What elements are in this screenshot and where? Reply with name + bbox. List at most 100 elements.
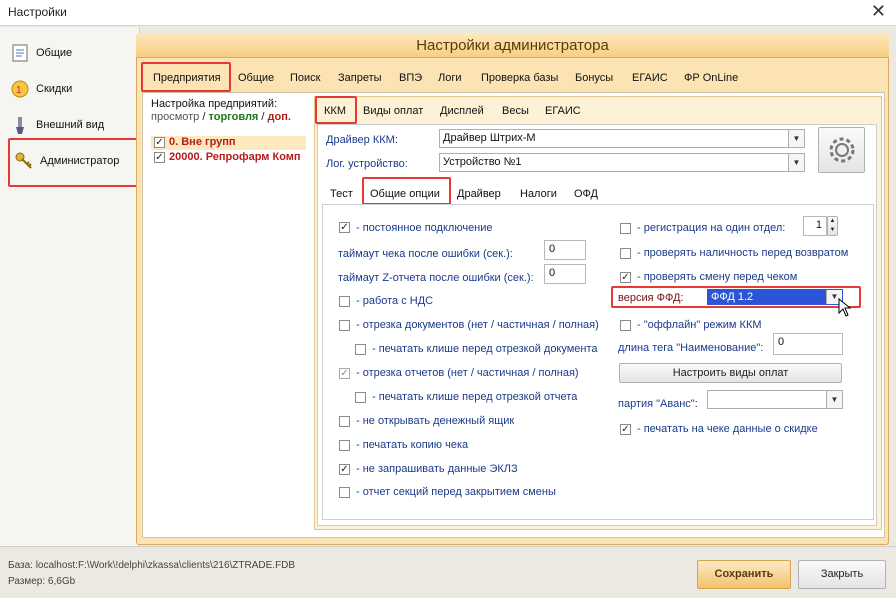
- cursor-icon: [838, 297, 852, 321]
- gear-icon: [827, 137, 857, 168]
- tab-ofd[interactable]: ОФД: [574, 184, 598, 204]
- tab-egais-sub[interactable]: ЕГАИС: [545, 100, 581, 122]
- checkbox-no-cash-drawer[interactable]: [339, 416, 350, 427]
- checkbox-cut-documents[interactable]: [339, 320, 350, 331]
- device-select[interactable]: Устройство №1 ▼: [439, 153, 805, 172]
- enterprise-checkbox[interactable]: ✓: [154, 137, 165, 148]
- checkbox-one-dept[interactable]: [620, 223, 631, 234]
- device-value: Устройство №1: [443, 156, 522, 168]
- tab-payment-types[interactable]: Виды оплат: [363, 100, 423, 122]
- close-icon[interactable]: ✕: [871, 1, 886, 22]
- mode-view[interactable]: просмотр: [151, 111, 199, 123]
- checkbox-check-cash[interactable]: [620, 248, 631, 259]
- chevron-down-icon[interactable]: ▼: [826, 391, 842, 408]
- admin-key-icon: [14, 151, 34, 171]
- driver-value: Драйвер Штрих-М: [443, 132, 536, 144]
- tab-fr-online[interactable]: ФР OnLine: [682, 67, 740, 89]
- sidebar-item-label: Внешний вид: [36, 119, 105, 131]
- option-label: - печатать клише перед отрезкой документ…: [372, 343, 598, 355]
- list-item-label: 0. Вне групп: [169, 136, 236, 148]
- tab-db-check[interactable]: Проверка базы: [479, 67, 560, 89]
- window-title: Настройки: [8, 5, 67, 19]
- checkbox-permanent-connection[interactable]: ✓: [339, 222, 350, 233]
- tab-logs[interactable]: Логи: [436, 67, 464, 89]
- tab-bonuses[interactable]: Бонусы: [573, 67, 615, 89]
- tab-egais[interactable]: ЕГАИС: [630, 67, 670, 89]
- svg-text:1: 1: [16, 85, 22, 96]
- advance-select[interactable]: ▼: [707, 390, 843, 409]
- option-label: - печатать клише перед отрезкой отчета: [372, 391, 578, 403]
- discount-icon: 1: [10, 79, 30, 99]
- checkbox-no-eklz[interactable]: ✓: [339, 464, 350, 475]
- page-title: Настройки администратора: [136, 34, 889, 58]
- option-label: - печатать копию чека: [356, 439, 469, 451]
- checkbox-section-report[interactable]: [339, 487, 350, 498]
- checkbox-print-copy[interactable]: [339, 440, 350, 451]
- tab-general[interactable]: Общие: [236, 67, 276, 89]
- tag-length-label: длина тега "Наименование":: [618, 342, 764, 354]
- tab-search[interactable]: Поиск: [288, 67, 322, 89]
- mode-trade[interactable]: торговля: [208, 111, 258, 123]
- receipt-timeout-input[interactable]: 0: [544, 240, 586, 260]
- db-path: База: localhost:F:\Work\!delphi\zkassa\c…: [8, 560, 296, 571]
- settings-button[interactable]: [818, 127, 865, 173]
- option-label: - не открывать денежный ящик: [356, 415, 515, 427]
- brush-icon: [10, 115, 30, 135]
- chevron-down-icon[interactable]: ▼: [788, 130, 804, 147]
- sidebar-item-appearance[interactable]: Внешний вид: [10, 112, 104, 138]
- tab-driver[interactable]: Драйвер: [457, 184, 501, 204]
- option-label: - отрезка документов (нет / частичная / …: [356, 319, 599, 331]
- tab-general-options[interactable]: Общие опции: [370, 184, 440, 204]
- one-dept-input[interactable]: 1: [803, 216, 827, 236]
- enterprise-modes: просмотр / торговля / доп.: [151, 111, 291, 123]
- driver-label: Драйвер ККМ:: [326, 134, 398, 146]
- configure-payments-button[interactable]: Настроить виды оплат: [619, 363, 842, 383]
- tab-display[interactable]: Дисплей: [440, 100, 484, 122]
- checkbox-offline[interactable]: [620, 320, 631, 331]
- receipt-timeout-label: таймаут чека после ошибки (сек.):: [338, 248, 513, 260]
- tag-length-input[interactable]: 0: [773, 333, 843, 355]
- tab-kkm[interactable]: ККМ: [324, 100, 346, 122]
- driver-select[interactable]: Драйвер Штрих-М ▼: [439, 129, 805, 148]
- tab-enterprises[interactable]: Предприятия: [151, 67, 223, 89]
- mode-extra[interactable]: доп.: [268, 111, 291, 123]
- list-item-selected[interactable]: ✓ 0. Вне групп: [151, 136, 306, 150]
- checkbox-cut-reports[interactable]: ✓: [339, 368, 350, 379]
- mode-sep: /: [261, 111, 265, 123]
- tab-scales[interactable]: Весы: [502, 100, 529, 122]
- option-label: - отчет секций перед закрытием смены: [356, 486, 556, 498]
- enterprise-checkbox[interactable]: ✓: [154, 152, 165, 163]
- check-cash-label: - проверять наличность перед возвратом: [637, 247, 849, 259]
- sidebar-item-general[interactable]: Общие: [10, 40, 72, 66]
- sidebar-item-discounts[interactable]: 1 Скидки: [10, 76, 72, 102]
- option-label: - не запрашивать данные ЭКЛЗ: [356, 463, 518, 475]
- list-item[interactable]: ✓ 20000. Репрофарм Комп: [151, 151, 306, 165]
- tab-test[interactable]: Тест: [330, 184, 353, 204]
- option-label: - отрезка отчетов (нет / частичная / пол…: [356, 367, 579, 379]
- one-dept-stepper[interactable]: ▲ ▼: [827, 216, 838, 236]
- ffd-select[interactable]: ФФД 1.2 ▼: [707, 289, 843, 305]
- mode-sep: /: [202, 111, 206, 123]
- enterprise-header: Настройка предприятий:: [151, 98, 278, 110]
- checkbox-print-cliche-report[interactable]: [355, 392, 366, 403]
- checkbox-print-discount[interactable]: ✓: [620, 424, 631, 435]
- z-report-timeout-input[interactable]: 0: [544, 264, 586, 284]
- offline-label: - "оффлайн" режим ККМ: [637, 319, 762, 331]
- tab-restrictions[interactable]: Запреты: [336, 67, 384, 89]
- db-size: Размер: 6,6Gb: [8, 576, 76, 587]
- check-shift-label: - проверять смену перед чеком: [637, 271, 798, 283]
- tab-vpe[interactable]: ВПЭ: [397, 67, 424, 89]
- checkbox-vat[interactable]: [339, 296, 350, 307]
- advance-label: партия "Аванс":: [618, 398, 698, 410]
- checkbox-print-cliche-doc[interactable]: [355, 344, 366, 355]
- tab-taxes[interactable]: Налоги: [520, 184, 557, 204]
- sidebar: [0, 27, 140, 546]
- general-icon: [10, 43, 30, 63]
- sidebar-item-admin[interactable]: Администратор: [14, 148, 119, 174]
- close-button[interactable]: Закрыть: [798, 560, 886, 589]
- sidebar-item-label: Скидки: [36, 83, 73, 95]
- checkbox-check-shift[interactable]: ✓: [620, 272, 631, 283]
- chevron-down-icon[interactable]: ▼: [788, 154, 804, 171]
- save-button[interactable]: Сохранить: [697, 560, 791, 589]
- device-label: Лог. устройство:: [326, 158, 408, 170]
